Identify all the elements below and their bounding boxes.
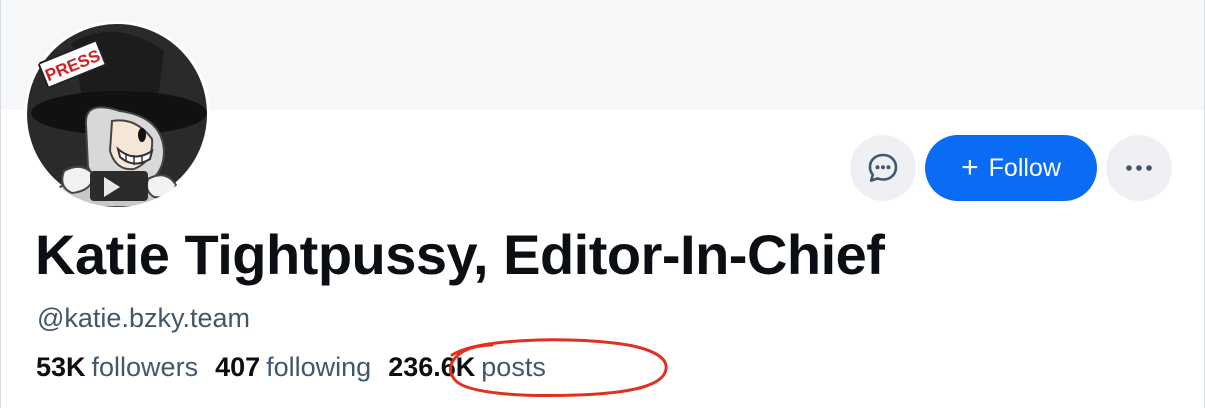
plus-icon: + — [961, 151, 979, 184]
avatar[interactable]: PRESS — [24, 21, 210, 207]
profile-actions: + Follow — [850, 135, 1172, 201]
posts-stat: 236.6K posts — [388, 352, 546, 383]
following-stat[interactable]: 407 following — [215, 352, 371, 383]
display-name: Katie Tightpussy, Editor-In-Chief — [35, 223, 885, 286]
followers-stat[interactable]: 53K followers — [36, 352, 198, 383]
more-options-button[interactable] — [1106, 135, 1172, 201]
profile-page: PRESS + Follow Katie Tightpussy, Editor-… — [0, 0, 1205, 408]
posts-count: 236.6K — [388, 352, 476, 382]
message-button[interactable] — [850, 135, 916, 201]
follow-button[interactable]: + Follow — [925, 135, 1097, 201]
follow-button-label: Follow — [988, 153, 1061, 182]
followers-count: 53K — [36, 352, 86, 382]
posts-label: posts — [481, 352, 546, 382]
ellipsis-icon — [1126, 165, 1152, 171]
chat-bubble-icon — [868, 153, 898, 182]
following-label: following — [266, 352, 372, 382]
avatar-image: PRESS — [24, 21, 210, 207]
following-count: 407 — [215, 352, 261, 382]
profile-handle: @katie.bzky.team — [37, 303, 250, 333]
profile-stats: 53K followers 407 following 236.6K posts — [36, 352, 563, 383]
followers-label: followers — [91, 352, 199, 382]
